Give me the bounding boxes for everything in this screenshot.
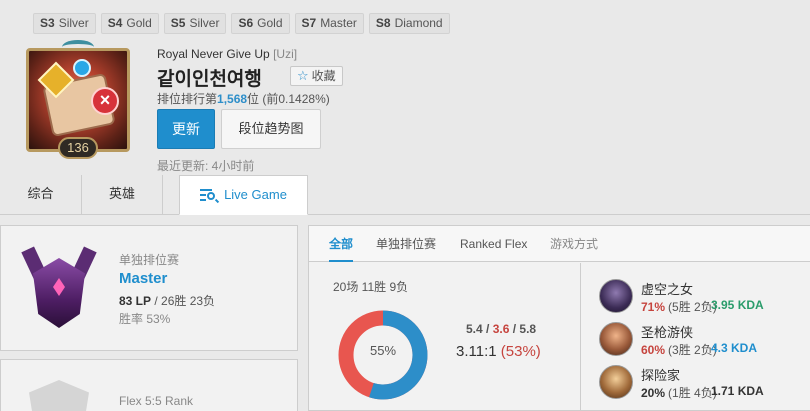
tab-live-game-label: Live Game xyxy=(224,187,287,202)
rune-icon xyxy=(73,59,91,77)
level-badge: 136 xyxy=(58,137,98,159)
team-name: Royal Never Give Up xyxy=(157,47,270,61)
season-name: S5 xyxy=(170,16,186,30)
lp-record: 83 LP / 26胜 23负 xyxy=(119,292,215,309)
win-loss-record: / 26胜 23负 xyxy=(151,294,216,308)
champion-avatar xyxy=(599,365,633,399)
team-line: Royal Never Give Up [Uzi] xyxy=(157,47,297,61)
kda-separator: / xyxy=(482,322,493,336)
rune-icon: × xyxy=(91,87,119,115)
champion-kda: 3.95 KDA xyxy=(711,298,764,312)
league-points: 83 LP xyxy=(119,294,152,308)
average-kda: 5.4 / 3.6 / 5.8 xyxy=(466,322,536,336)
favorite-button[interactable]: ☆ 收藏 xyxy=(290,66,343,86)
champion-winrate: 71% (5胜 2负) xyxy=(641,298,717,315)
master-emblem-icon xyxy=(21,244,97,334)
flex-rank-card: Flex 5:5 Rank xyxy=(0,359,298,411)
donut-label: 55% xyxy=(369,343,397,358)
solo-rank-card: 单独排位赛 Master 83 LP / 26胜 23负 胜率 53% xyxy=(0,225,298,351)
season-badge: S3 Silver xyxy=(33,13,96,34)
queue-label: Flex 5:5 Rank xyxy=(119,394,194,408)
season-name: S6 xyxy=(238,16,254,30)
avg-assists: 5.8 xyxy=(519,322,537,336)
tier-name: Master xyxy=(119,270,168,287)
champion-avatar xyxy=(599,279,633,313)
season-name: S7 xyxy=(301,16,317,30)
live-search-icon xyxy=(200,187,218,203)
champion-winrate: 60% (3胜 2负) xyxy=(641,341,717,358)
tab-ranked-flex[interactable]: Ranked Flex xyxy=(460,226,527,262)
tab-all[interactable]: 全部 xyxy=(329,226,354,262)
summary-section: 20场 11胜 9负 55% 5.4 / 3.6 / 5.8 3.11:1 (5… xyxy=(309,263,581,411)
tab-overview[interactable]: 综合 xyxy=(0,175,82,215)
champion-record: (3胜 2负) xyxy=(668,343,717,357)
tab-live-game[interactable]: Live Game xyxy=(179,175,308,215)
tab-solo-ranked[interactable]: 单独排位赛 xyxy=(376,226,436,262)
main-tabs: 综合 英雄 Live Game xyxy=(0,175,810,215)
ladder-rank-suffix: 位 (前0.1428%) xyxy=(247,92,330,106)
champion-record: (5胜 2负) xyxy=(668,300,717,314)
most-played-champions: 虚空之女 71% (5胜 2负) 3.95 KDA 圣枪游侠 60% (3胜 2负)… xyxy=(581,263,810,411)
season-badge: S8 Diamond xyxy=(368,13,450,34)
champion-name: 探险家 xyxy=(641,368,681,383)
champion-kda: 1.71 KDA xyxy=(711,384,764,398)
champion-winrate-value: 71% xyxy=(641,300,666,314)
tab-game-mode[interactable]: 游戏方式 xyxy=(550,226,598,262)
season-name: S3 xyxy=(40,16,55,30)
season-history: S3 Silver S4 Gold S5 Silver S6 Gold S7 Master… xyxy=(33,13,450,34)
season-badge: S5 Silver xyxy=(163,13,227,34)
tier-trend-button[interactable]: 段位趋势图 xyxy=(221,109,321,149)
star-icon: ☆ xyxy=(297,68,309,83)
season-tier: Gold xyxy=(257,16,283,30)
avg-kills: 5.4 xyxy=(466,322,483,336)
kda-separator: / xyxy=(509,322,520,336)
season-tier: Silver xyxy=(58,16,89,30)
ladder-rank: 排位排行第1,568位 (前0.1428%) xyxy=(157,90,330,107)
ladder-rank-prefix: 排位排行第 xyxy=(157,92,218,106)
game-count: 20场 11胜 9负 xyxy=(333,280,409,294)
season-tier: Gold xyxy=(126,16,152,30)
recent-games-panel: 全部 单独排位赛 Ranked Flex 游戏方式 20场 11胜 9负 55%… xyxy=(308,225,810,411)
last-update: 最近更新: 4小时前 xyxy=(157,159,255,173)
season-badge: S7 Master xyxy=(294,13,364,34)
tab-champions[interactable]: 英雄 xyxy=(82,175,163,215)
season-tier: Silver xyxy=(189,16,220,30)
champion-record: (1胜 4负) xyxy=(668,386,717,400)
season-badge: S4 Gold xyxy=(100,13,159,34)
champion-avatar xyxy=(599,322,633,356)
champion-row[interactable]: 虚空之女 71% (5胜 2负) 3.95 KDA xyxy=(597,277,810,317)
season-tier: Master xyxy=(320,16,357,30)
favorite-label: 收藏 xyxy=(311,69,336,83)
kda-ratio-value: 3.11:1 xyxy=(456,343,497,360)
champion-name: 圣枪游侠 xyxy=(641,325,694,340)
champion-winrate-value: 60% xyxy=(641,343,666,357)
champion-name: 虚空之女 xyxy=(641,282,694,297)
kda-ratio: 3.11:1 (53%) xyxy=(456,343,541,360)
champion-kda: 4.3 KDA xyxy=(711,341,758,355)
season-badge: S6 Gold xyxy=(231,13,290,34)
ladder-rank-number[interactable]: 1,568 xyxy=(217,92,247,106)
kill-participation: (53%) xyxy=(500,343,541,360)
avg-deaths: 3.6 xyxy=(492,322,510,336)
champion-winrate-value: 20% xyxy=(641,386,666,400)
profile-icon: × 136 xyxy=(18,40,138,160)
champion-row[interactable]: 探险家 20% (1胜 4负) 1.71 KDA xyxy=(597,363,810,403)
unranked-emblem-icon xyxy=(29,380,89,411)
game-filter-tabs: 全部 单独排位赛 Ranked Flex 游戏方式 xyxy=(309,226,810,262)
season-name: S8 xyxy=(375,16,391,30)
win-rate: 胜率 53% xyxy=(119,312,171,326)
update-button[interactable]: 更新 xyxy=(157,109,215,149)
summoner-name: 같이인천여행 xyxy=(157,68,262,90)
queue-label: 单独排位赛 xyxy=(119,253,180,267)
champion-winrate: 20% (1胜 4负) xyxy=(641,384,717,401)
season-name: S4 xyxy=(107,16,123,30)
season-tier: Diamond xyxy=(394,16,443,30)
team-tag: [Uzi] xyxy=(273,47,298,61)
champion-row[interactable]: 圣枪游侠 60% (3胜 2负) 4.3 KDA xyxy=(597,320,810,360)
